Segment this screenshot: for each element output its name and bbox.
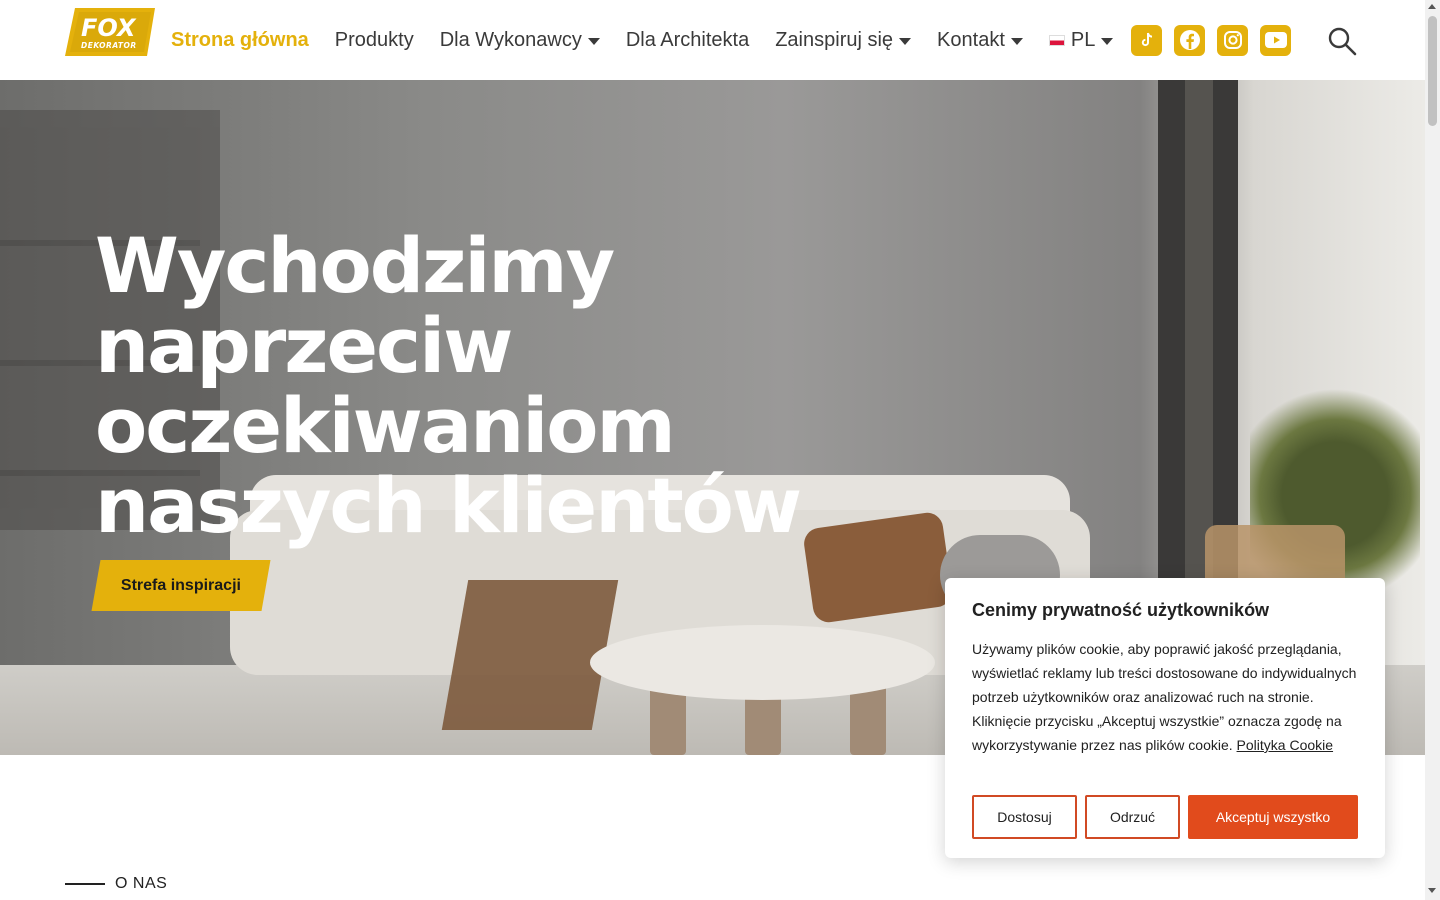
inspiration-zone-label: Strefa inspiracji: [120, 576, 242, 594]
scroll-up-arrow-icon[interactable]: [1428, 4, 1436, 9]
language-selector[interactable]: PL: [1048, 28, 1114, 52]
nav-item-label: Dla Architekta: [625, 28, 750, 51]
cookie-consent-banner: Cenimy prywatność użytkowników Używamy p…: [945, 578, 1385, 858]
language-label: PL: [1070, 28, 1096, 51]
facebook-icon[interactable]: [1174, 24, 1206, 56]
logo-text-fox: FOX: [81, 14, 137, 42]
caret-down-icon: [1101, 37, 1114, 45]
social-links: [1131, 24, 1292, 56]
poland-flag-icon: [1048, 34, 1065, 46]
main-menu: Strona główna Produkty Dla Wykonawcy Dla…: [171, 0, 1292, 80]
instagram-icon[interactable]: [1217, 24, 1249, 56]
nav-item-home[interactable]: Strona główna: [171, 29, 309, 52]
customize-button[interactable]: Dostosuj: [972, 795, 1077, 839]
hero-title-line: naszych klientów: [95, 461, 802, 550]
about-eyebrow-label: O NAS: [115, 875, 168, 892]
scroll-down-arrow-icon[interactable]: [1428, 888, 1436, 893]
inspiration-zone-button[interactable]: Strefa inspiracji: [91, 560, 271, 611]
scrollbar-thumb[interactable]: [1428, 16, 1437, 126]
reject-button[interactable]: Odrzuć: [1085, 795, 1180, 839]
nav-item-products[interactable]: Produkty: [335, 29, 414, 52]
hero-title: Wychodzimy naprzeciw oczekiwaniom naszyc…: [95, 226, 855, 546]
nav-item-architects[interactable]: Dla Architekta: [626, 29, 749, 52]
logo-text-dekorator: DEKORATOR: [81, 41, 137, 50]
search-icon[interactable]: [1327, 26, 1357, 56]
fox-dekorator-logo[interactable]: FOX DEKORATOR: [65, 8, 155, 56]
nav-item-label: Zainspiruj się: [775, 28, 894, 51]
nav-item-label: Produkty: [334, 28, 414, 51]
nav-item-label: Dla Wykonawcy: [439, 28, 582, 51]
cookie-actions: Dostosuj Odrzuć Akceptuj wszystko: [972, 795, 1358, 839]
hero-title-line: naprzeciw: [95, 301, 513, 390]
accept-all-button[interactable]: Akceptuj wszystko: [1188, 795, 1358, 839]
table-leg: [850, 685, 886, 755]
youtube-icon[interactable]: [1260, 24, 1292, 56]
top-navbar: FOX DEKORATOR Strona główna Produkty Dla…: [0, 0, 1425, 80]
nav-item-contact[interactable]: Kontakt: [937, 29, 1023, 52]
eyebrow-line: [65, 883, 105, 885]
nav-item-label: Kontakt: [937, 28, 1005, 51]
cookie-policy-link[interactable]: Polityka Cookie: [1237, 737, 1334, 753]
caret-down-icon: [1010, 37, 1023, 45]
nav-item-contractors[interactable]: Dla Wykonawcy: [440, 29, 600, 52]
nav-item-inspiration[interactable]: Zainspiruj się: [775, 28, 912, 52]
caret-down-icon: [587, 37, 600, 45]
cookie-text: Używamy plików cookie, aby poprawić jako…: [972, 637, 1358, 757]
about-eyebrow: O NAS: [65, 875, 167, 893]
nav-item-label: Strona główna: [171, 28, 309, 51]
caret-down-icon: [899, 37, 912, 45]
tiktok-icon[interactable]: [1131, 24, 1163, 56]
hero-title-line: Wychodzimy: [95, 221, 615, 310]
page-scrollbar[interactable]: [1425, 0, 1440, 900]
hero-background-coffee-table: [590, 625, 935, 700]
hero-title-line: oczekiwaniom: [95, 381, 676, 470]
cookie-title: Cenimy prywatność użytkowników: [972, 600, 1270, 620]
